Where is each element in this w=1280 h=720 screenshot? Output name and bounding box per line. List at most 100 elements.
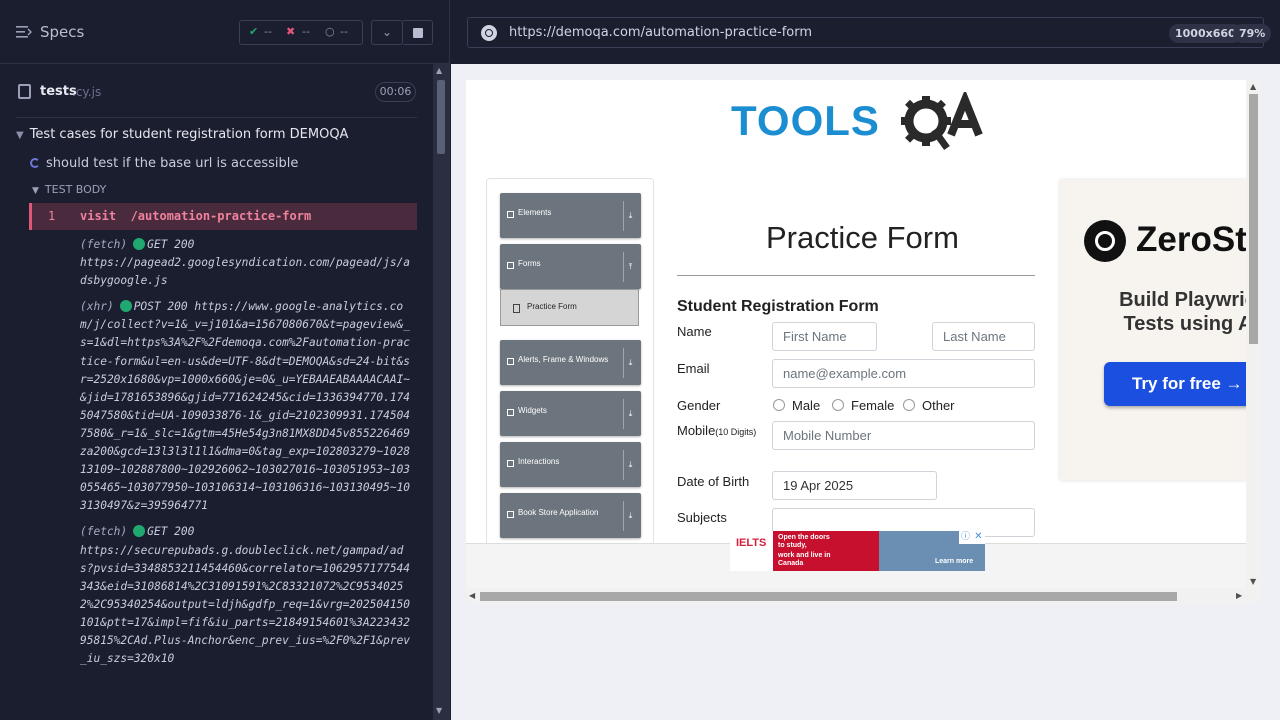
status-dot-icon: [133, 238, 146, 250]
chevron-down-icon: ▼: [16, 130, 24, 141]
grid-icon: [507, 409, 514, 416]
pending-icon: ○: [325, 25, 335, 38]
spec-file-bar: tests .cy.js 00:06: [16, 78, 417, 118]
status-dot-icon: [133, 525, 146, 538]
test-body-label[interactable]: ▼ TEST BODY: [32, 183, 106, 196]
stop-button[interactable]: [403, 20, 433, 45]
last-name-input[interactable]: Last Name: [932, 322, 1035, 351]
scroll-left-icon[interactable]: ◀: [469, 591, 475, 600]
sidebar-group-forms[interactable]: Forms ⤒: [500, 244, 641, 289]
aut-vertical-scrollbar[interactable]: ▲ ▼: [1246, 80, 1261, 588]
command-visit[interactable]: 1 visit /automation-practice-form: [29, 203, 417, 230]
stop-icon: [413, 28, 423, 38]
viewport-size-badge[interactable]: 1000x660: [1169, 24, 1242, 43]
url-text[interactable]: https://demoqa.com/automation-practice-f…: [509, 25, 812, 40]
name-label: Name: [677, 324, 712, 339]
gender-label: Gender: [677, 398, 721, 413]
log-entry[interactable]: (fetch) GET 200 https://securepubads.g.do…: [80, 523, 415, 668]
scroll-up-icon[interactable]: ▲: [436, 66, 442, 75]
test-title[interactable]: should test if the base url is accessibl…: [30, 156, 298, 171]
url-bar[interactable]: https://demoqa.com/automation-practice-f…: [467, 17, 1272, 48]
subjects-label: Subjects: [677, 510, 727, 525]
scroll-thumb[interactable]: [437, 80, 445, 154]
window-icon: [507, 358, 514, 365]
menu-icon: [507, 211, 514, 218]
scroll-down-icon[interactable]: ▼: [1250, 577, 1256, 586]
page-title: Practice Form: [766, 220, 959, 255]
test-stats: ✔ -- ✖ -- ○ --: [239, 20, 363, 45]
title-divider: [677, 275, 1035, 276]
gender-radio-male[interactable]: Male: [773, 398, 820, 413]
sidebar-group-interactions[interactable]: Interactions ⤓: [500, 442, 641, 487]
form-icon: [507, 262, 514, 269]
scroll-up-icon[interactable]: ▲: [1250, 82, 1256, 91]
try-free-button[interactable]: Try for free →: [1104, 362, 1246, 406]
zerostep-logo-icon: [1084, 220, 1126, 262]
sidebar-group-book-store[interactable]: Book Store Application ⤓: [500, 493, 641, 538]
scroll-thumb[interactable]: [480, 592, 1177, 601]
aut-header: https://demoqa.com/automation-practice-f…: [451, 0, 1280, 64]
ad-line-2: work and live in Canada: [778, 552, 831, 567]
learn-more-link[interactable]: Learn more: [935, 558, 973, 565]
failed-icon: ✖: [286, 25, 296, 38]
zoom-badge: 79%: [1233, 24, 1272, 43]
zerostep-ad[interactable]: ZeroSt Build Playwrig Tests using A Try …: [1060, 180, 1246, 480]
aut-iframe: TOOLS Elements ⤓ Forms ⤒ Practice Form A…: [466, 80, 1261, 604]
chevron-down-icon: ▼: [32, 186, 39, 196]
interactions-icon: [507, 460, 514, 467]
form-subtitle: Student Registration Form: [677, 298, 879, 315]
mobile-input[interactable]: Mobile Number: [772, 421, 1035, 450]
first-name-input[interactable]: First Name: [772, 322, 877, 351]
mobile-label: Mobile(10 Digits): [677, 423, 757, 438]
ad-info-icon[interactable]: ⓘ: [959, 531, 972, 544]
chevron-down-button[interactable]: ⌄: [371, 20, 403, 45]
sidebar-group-alerts[interactable]: Alerts, Frame & Windows ⤓: [500, 340, 641, 385]
gender-radio-other[interactable]: Other: [903, 398, 955, 413]
running-spinner-icon: [30, 158, 40, 168]
passed-icon: ✔: [249, 25, 259, 38]
aut-horizontal-scrollbar[interactable]: ◀ ▶: [466, 588, 1261, 604]
sidebar-item-practice-form[interactable]: Practice Form: [500, 289, 639, 326]
document-icon: [513, 304, 520, 313]
specs-label[interactable]: Specs: [40, 23, 84, 41]
expand-icon: ⤓: [623, 201, 637, 231]
scroll-right-icon[interactable]: ▶: [1236, 591, 1242, 600]
command-text: visit /automation-practice-form: [80, 209, 312, 223]
command-number: 1: [48, 209, 56, 223]
expand-icon: ⤓: [623, 348, 637, 378]
radio-icon: [773, 399, 785, 411]
scroll-down-icon[interactable]: ▼: [436, 706, 442, 715]
failed-count: --: [302, 25, 310, 38]
spec-file-ext: .cy.js: [72, 85, 102, 99]
log-entry[interactable]: (fetch) GET 200 https://pagead2.googlesyn…: [80, 236, 415, 290]
expand-icon: ⤓: [623, 501, 637, 531]
suite-title[interactable]: ▼ Test cases for student registration for…: [16, 127, 348, 142]
file-icon: [18, 84, 31, 99]
log-entry[interactable]: (xhr) POST 200 https://www.google-analyti…: [80, 298, 415, 515]
pending-count: --: [340, 25, 348, 38]
dob-label: Date of Birth: [677, 474, 750, 489]
aut-panel: https://demoqa.com/automation-practice-f…: [451, 0, 1280, 720]
runner-header: Specs ✔ -- ✖ -- ○ -- ⌄: [0, 0, 450, 64]
gender-radio-female[interactable]: Female: [832, 398, 894, 413]
sidebar: Elements ⤓ Forms ⤒ Practice Form Alerts,…: [486, 178, 654, 558]
scroll-thumb[interactable]: [1249, 94, 1258, 344]
duration-badge: 00:06: [375, 82, 416, 102]
sidebar-group-widgets[interactable]: Widgets ⤓: [500, 391, 641, 436]
status-dot-icon: [119, 300, 132, 313]
collapse-icon: ⤒: [623, 252, 637, 282]
toolsqa-logo[interactable]: TOOLS: [729, 92, 989, 152]
date-of-birth-input[interactable]: 19 Apr 2025: [772, 471, 937, 500]
log-scrollbar[interactable]: ▲ ▼: [433, 64, 449, 720]
specs-list-icon[interactable]: [16, 25, 32, 39]
expand-icon: ⤓: [623, 399, 637, 429]
ad-close-icon[interactable]: ✕: [972, 531, 985, 544]
sidebar-group-elements[interactable]: Elements ⤓: [500, 193, 641, 238]
email-input[interactable]: name@example.com: [772, 359, 1035, 388]
ad-headline: Build Playwrig Tests using A: [1119, 289, 1246, 335]
ielts-ad-banner[interactable]: IELTS Open the doors to study, work and …: [730, 531, 985, 571]
network-log: (fetch) GET 200 https://pagead2.googlesyn…: [80, 236, 415, 676]
command-log-panel: Specs ✔ -- ✖ -- ○ -- ⌄ tests .cy.js 00:0…: [0, 0, 450, 720]
ad-line-1: Open the doors to study,: [778, 534, 830, 549]
expand-icon: ⤓: [623, 450, 637, 480]
